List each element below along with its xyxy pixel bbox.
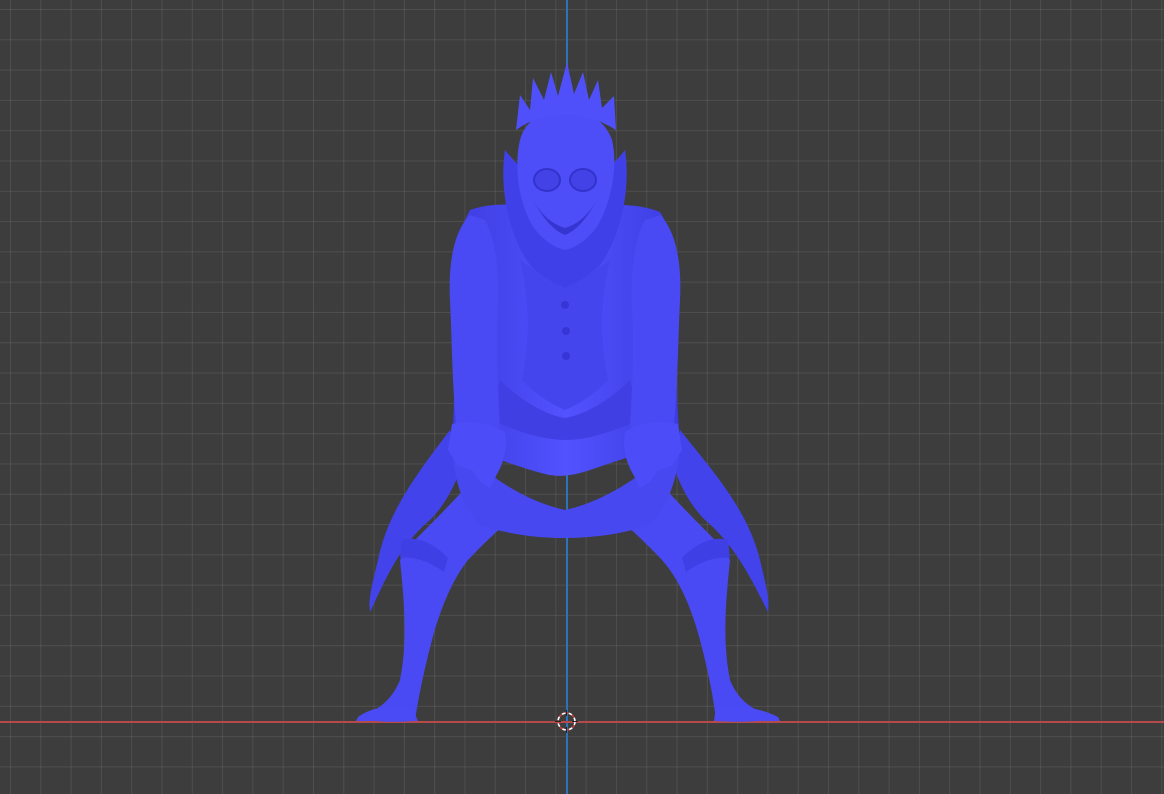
left-arm xyxy=(449,215,500,428)
coat-button-2 xyxy=(562,327,570,335)
coat-button-1 xyxy=(561,301,569,309)
coat-button-3 xyxy=(562,352,570,360)
right-foot xyxy=(714,706,780,721)
3d-cursor-icon[interactable] xyxy=(555,710,578,733)
right-arm xyxy=(630,215,681,428)
3d-viewport[interactable] xyxy=(0,0,1164,794)
character-mesh[interactable] xyxy=(0,0,1164,794)
left-goggle xyxy=(533,168,561,192)
right-goggle xyxy=(569,168,597,192)
left-foot xyxy=(356,706,418,721)
